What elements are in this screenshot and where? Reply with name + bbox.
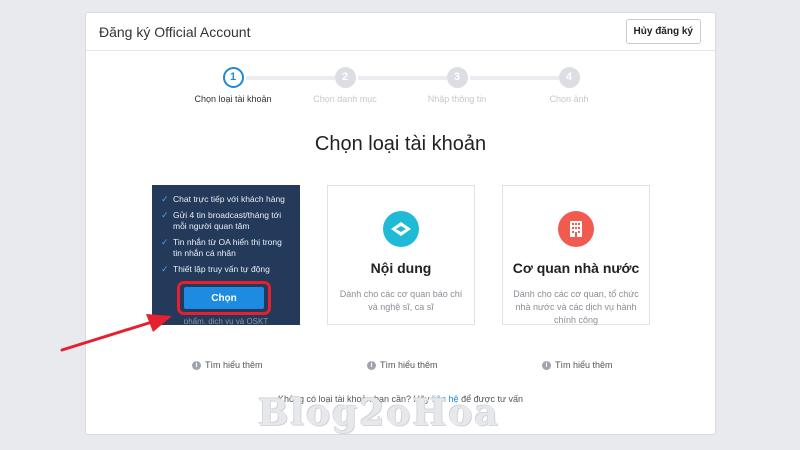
card-title: Cơ quan nhà nước bbox=[512, 260, 640, 276]
learn-more-link-business[interactable]: i Tìm hiểu thêm bbox=[192, 360, 263, 370]
contact-link[interactable]: liên hệ bbox=[432, 394, 459, 404]
card-title: Nội dung bbox=[370, 260, 432, 276]
step-2-label: Chọn danh mục bbox=[313, 94, 377, 104]
learn-more-link-government[interactable]: i Tìm hiểu thêm bbox=[542, 360, 613, 370]
step-3-circle: 3 bbox=[446, 67, 468, 88]
account-type-card-content[interactable]: Nội dung Dành cho các cơ quan báo chí và… bbox=[327, 185, 475, 325]
feature-item: ✓ Tin nhắn từ OA hiển thị trong tin nhắn … bbox=[161, 237, 282, 258]
step-4: 4 Chọn ảnh bbox=[519, 67, 619, 104]
info-icon: i bbox=[367, 360, 376, 370]
registration-panel: Đăng ký Official Account Hủy đăng ký 1 C… bbox=[85, 12, 716, 435]
card-partial-text: phẩm, dịch vụ và OSKT bbox=[183, 317, 269, 325]
step-2: 2 Chọn danh mục bbox=[295, 67, 395, 104]
step-4-label: Chọn ảnh bbox=[549, 94, 589, 104]
feature-item: ✓ Chat trực tiếp với khách hàng bbox=[161, 194, 285, 204]
check-icon: ✓ bbox=[161, 194, 169, 204]
card-description: Dành cho các cơ quan, tổ chức nhà nước v… bbox=[513, 289, 639, 325]
building-icon-graphic bbox=[570, 221, 582, 237]
step-2-circle: 2 bbox=[334, 67, 356, 88]
step-1-circle: 1 bbox=[222, 67, 244, 88]
feature-item: ✓ Gửi 4 tin broadcast/tháng tới mỗi người… bbox=[161, 210, 282, 231]
panel-header: Đăng ký Official Account Hủy đăng ký bbox=[86, 13, 715, 51]
step-1: 1 Chọn loại tài khoản bbox=[183, 67, 283, 104]
choose-button[interactable]: Chọn bbox=[184, 287, 264, 309]
contact-note: Không có loại tài khoản bạn cần? Hãy liê… bbox=[277, 394, 524, 404]
learn-more-link-content[interactable]: i Tìm hiểu thêm bbox=[367, 360, 438, 370]
info-icon: i bbox=[192, 360, 201, 370]
card-description: Dành cho các cơ quan báo chí và nghệ sĩ,… bbox=[339, 289, 463, 312]
feature-item: ✓ Thiết lập truy vấn tự động bbox=[161, 264, 270, 274]
step-3: 3 Nhập thông tin bbox=[407, 67, 507, 104]
content-icon bbox=[383, 211, 419, 247]
step-3-label: Nhập thông tin bbox=[427, 94, 487, 104]
content-icon-graphic bbox=[391, 222, 411, 236]
feature-list: ✓ Chat trực tiếp với khách hàng ✓ Gửi 4 ti… bbox=[153, 186, 299, 275]
check-icon: ✓ bbox=[161, 237, 169, 247]
progress-stepper: 1 Chọn loại tài khoản 2 Chọn danh mục 3 … bbox=[86, 67, 715, 107]
check-icon: ✓ bbox=[161, 264, 169, 274]
choose-highlight-box: Chọn bbox=[177, 281, 271, 315]
step-1-label: Chọn loại tài khoản bbox=[194, 94, 272, 104]
info-icon: i bbox=[542, 360, 551, 370]
section-title: Chọn loại tài khoản bbox=[314, 133, 487, 155]
step-4-circle: 4 bbox=[558, 67, 580, 88]
building-icon bbox=[558, 211, 594, 247]
account-type-card-government[interactable]: Cơ quan nhà nước Dành cho các cơ quan, t… bbox=[502, 185, 650, 325]
page-header-title: Đăng ký Official Account bbox=[99, 24, 251, 40]
account-type-card-business[interactable]: ✓ Chat trực tiếp với khách hàng ✓ Gửi 4 ti… bbox=[152, 185, 300, 325]
check-icon: ✓ bbox=[161, 210, 169, 220]
cancel-registration-button[interactable]: Hủy đăng ký bbox=[625, 19, 701, 44]
